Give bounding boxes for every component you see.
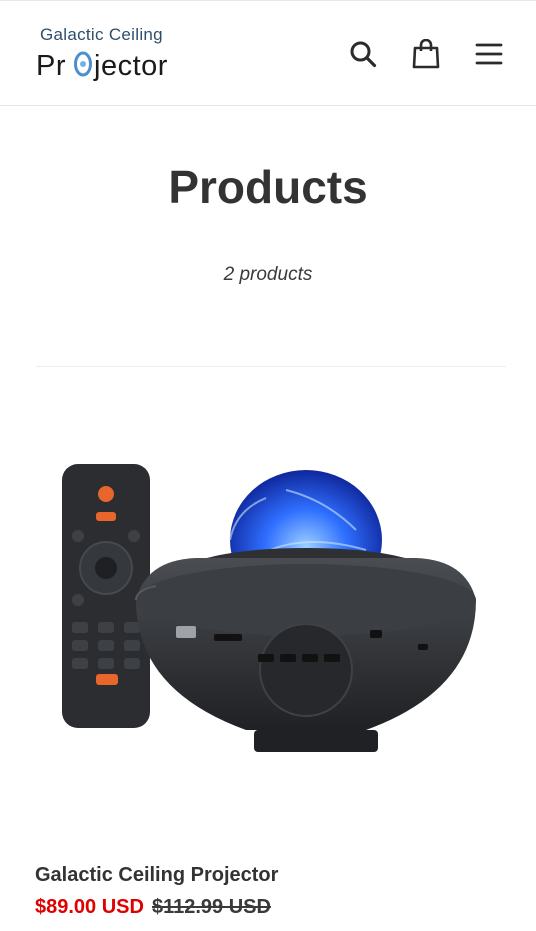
cart-button[interactable]	[409, 37, 443, 71]
site-logo[interactable]: Galactic Ceiling Pr jector	[36, 23, 186, 85]
site-header: Galactic Ceiling Pr jector	[0, 0, 536, 106]
search-icon	[350, 41, 377, 68]
logo-wordmark: Pr jector	[36, 50, 168, 81]
menu-icon	[475, 43, 503, 65]
svg-text:jector: jector	[93, 50, 168, 81]
product-title[interactable]: Galactic Ceiling Projector	[35, 864, 278, 887]
page-title: Products	[168, 161, 368, 213]
product-count: 2 products	[223, 264, 313, 285]
price-row: $89.00 USD $112.99 USD	[35, 896, 271, 919]
search-button[interactable]	[346, 37, 380, 71]
projector-device	[135, 470, 476, 752]
sale-price: $89.00 USD	[35, 896, 144, 918]
cart-icon	[412, 39, 440, 69]
regular-price: $112.99 USD	[151, 896, 271, 918]
logo-top-text: Galactic Ceiling	[40, 25, 163, 44]
divider	[36, 366, 506, 367]
product-image[interactable]	[36, 440, 506, 770]
svg-text:Pr: Pr	[36, 50, 66, 81]
menu-button[interactable]	[472, 37, 506, 71]
